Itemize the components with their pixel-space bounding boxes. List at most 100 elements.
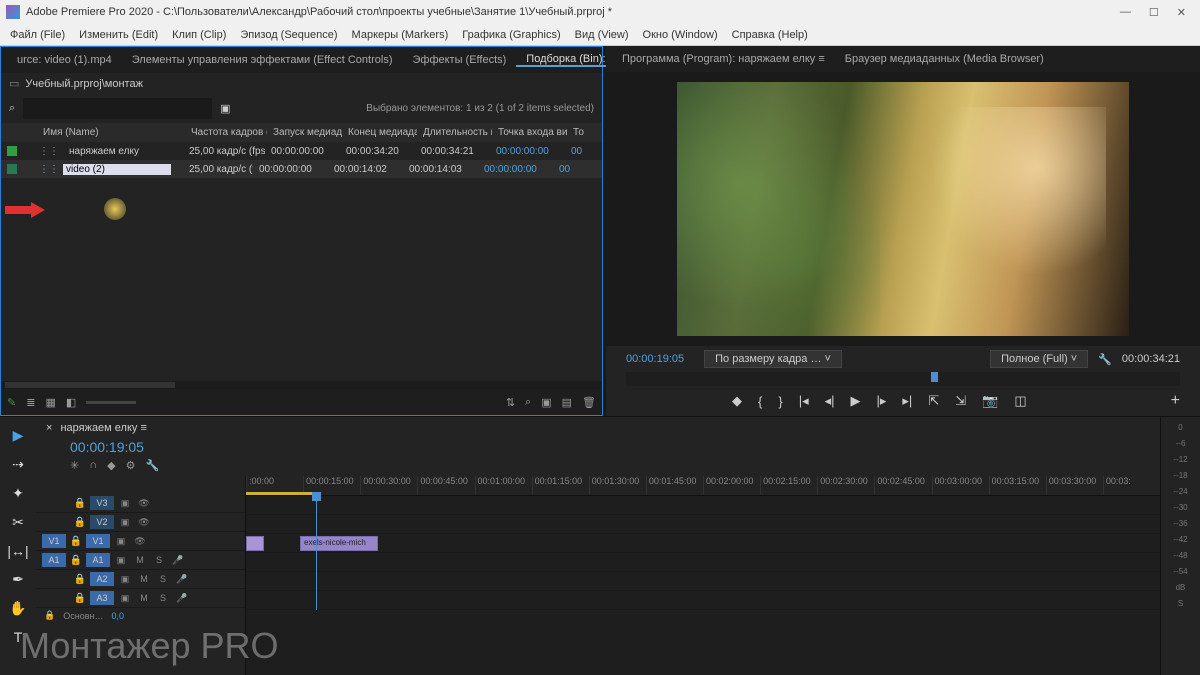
tab-program[interactable]: Программа (Program): наряжаем елку ≡ [612,53,835,65]
eye-icon[interactable]: 👁 [136,517,152,528]
label-color-chip[interactable] [7,164,17,174]
col-out[interactable]: То [567,127,587,138]
close-seq-button[interactable]: × [46,422,52,434]
toggle-output[interactable]: ▣ [117,498,133,509]
lane-v1[interactable]: exels-nicole-mich [246,534,1160,553]
src-v1[interactable]: V1 [42,534,66,548]
mic-icon[interactable]: 🎤 [170,555,186,566]
video-clip[interactable]: exels-nicole-mich [300,536,378,551]
menu-view[interactable]: Вид (View) [575,29,629,41]
pencil-icon[interactable]: ✎ [7,396,16,409]
marker-icon[interactable]: ◆ [107,459,115,472]
col-name[interactable]: Имя (Name) [37,127,185,138]
pen-tool[interactable]: ✒ [12,571,24,588]
settings-icon[interactable]: ⚙ [126,459,136,472]
timeline-timecode[interactable]: 00:00:19:05 [46,439,144,455]
close-button[interactable]: ✕ [1177,6,1186,19]
tab-media-browser[interactable]: Браузер медиаданных (Media Browser) [835,53,1054,65]
sort-icon[interactable]: ⇅ [506,396,515,409]
timeline-ruler[interactable]: :00:00 00:00:15:00 00:00:30:00 00:00:45:… [246,476,1160,496]
menu-edit[interactable]: Изменить (Edit) [79,29,158,41]
wrench-icon[interactable]: 🔧 [145,459,159,472]
lane-a2[interactable] [246,572,1160,591]
track-select-tool[interactable]: ⇢ [12,456,24,473]
maximize-button[interactable]: ☐ [1149,6,1159,19]
button-editor[interactable]: + [1171,392,1200,410]
program-timecode[interactable]: 00:00:19:05 [626,353,684,365]
program-ruler[interactable] [626,372,1180,386]
sequence-tab[interactable]: наряжаем елку ≡ [60,422,146,434]
menu-file[interactable]: Файл (File) [10,29,65,41]
fit-dropdown[interactable]: По размеру кадра … ˅ [704,350,842,368]
lock-icon[interactable]: 🔒 [73,517,87,528]
freeform-view-button[interactable]: ◧ [66,396,76,409]
bin-row[interactable]: ⋮⋮ наряжаем елку 25,00 кадр/с (fps) 00:0… [1,142,602,160]
mic-icon[interactable]: 🎤 [174,574,190,585]
find-icon[interactable]: ⌕ [525,396,531,409]
bin-row[interactable]: ⋮⋮ video (2) 25,00 кадр/с (fps) 00:00:00… [1,160,602,178]
tab-source[interactable]: urce: video (1).mp4 [7,54,122,66]
goto-out-button[interactable]: ▸| [902,393,912,409]
mic-icon[interactable]: 🎤 [174,593,190,604]
settings-icon[interactable]: 🔧 [1098,353,1112,366]
list-view-button[interactable]: ≣ [26,396,35,409]
item-name-edit[interactable]: video (2) [63,164,171,175]
track-a2[interactable]: 🔒A2▣MS🎤 [36,570,245,589]
track-a1[interactable]: A1🔒A1▣MS🎤 [36,551,245,570]
minimize-button[interactable]: — [1120,6,1131,19]
menu-window[interactable]: Окно (Window) [643,29,718,41]
in-button[interactable]: { [758,394,762,409]
razor-tool[interactable]: ✂ [12,514,24,531]
out-button[interactable]: } [778,394,782,409]
comparison-button[interactable]: ◫ [1014,393,1026,409]
solo-left[interactable]: S [1178,599,1183,608]
marker-button[interactable]: ◆ [732,393,742,409]
menu-sequence[interactable]: Эпизод (Sequence) [240,29,337,41]
hand-tool[interactable]: ✋ [9,600,26,617]
eye-icon[interactable]: 👁 [132,536,148,547]
zoom-slider[interactable] [86,401,136,404]
track-v3[interactable]: 🔒V3▣👁 [36,494,245,513]
lock-icon[interactable]: 🔒 [73,593,87,604]
linked-sel-icon[interactable]: ∩ [89,459,97,472]
icon-view-button[interactable]: ▦ [45,396,55,409]
video-clip[interactable] [246,536,264,551]
filter-icon[interactable]: ▣ [220,102,230,115]
src-a1[interactable]: A1 [42,553,66,567]
ripple-tool[interactable]: ✦ [12,485,24,502]
play-button[interactable]: ▶ [851,393,861,409]
track-v2[interactable]: 🔒V2▣👁 [36,513,245,532]
lane-a3[interactable] [246,591,1160,610]
program-video-display[interactable] [677,82,1129,336]
menu-help[interactable]: Справка (Help) [732,29,808,41]
timeline-tracks[interactable]: :00:00 00:00:15:00 00:00:30:00 00:00:45:… [246,476,1160,675]
step-back-button[interactable]: ◂| [825,393,835,409]
export-frame-button[interactable]: 📷 [982,393,998,409]
tab-effect-controls[interactable]: Элементы управления эффектами (Effect Co… [122,54,403,66]
lift-button[interactable]: ⇱ [928,393,939,409]
extract-button[interactable]: ⇲ [955,393,966,409]
col-media-end[interactable]: Конец медиаданн [342,127,417,138]
quality-dropdown[interactable]: Полное (Full) ˅ [990,350,1088,368]
item-name[interactable]: наряжаем елку [63,146,183,157]
lane-v3[interactable] [246,496,1160,515]
timeline-playhead[interactable] [316,496,317,610]
selection-tool[interactable]: ▶ [13,427,24,444]
slip-tool[interactable]: |↔| [7,543,28,559]
lock-icon[interactable]: 🔒 [73,574,87,585]
menu-clip[interactable]: Клип (Clip) [172,29,226,41]
snap-icon[interactable]: ✳ [70,459,79,472]
lane-v2[interactable] [246,515,1160,534]
track-v1[interactable]: V1🔒V1▣👁 [36,532,245,551]
col-media-start[interactable]: Запуск медиадан [267,127,342,138]
label-color-chip[interactable] [7,146,17,156]
lock-icon[interactable]: 🔒 [69,536,83,547]
breadcrumb[interactable]: Учебный.prproj\монтаж [25,78,143,90]
program-playhead[interactable] [931,372,938,382]
col-fps[interactable]: Частота кадров (F [185,127,267,138]
trash-button[interactable]: 🗑 [582,396,596,409]
col-in[interactable]: Точка входа виде [492,127,567,138]
step-forward-button[interactable]: |▸ [877,393,887,409]
new-bin-button[interactable]: ▣ [541,396,551,409]
menu-markers[interactable]: Маркеры (Markers) [352,29,449,41]
